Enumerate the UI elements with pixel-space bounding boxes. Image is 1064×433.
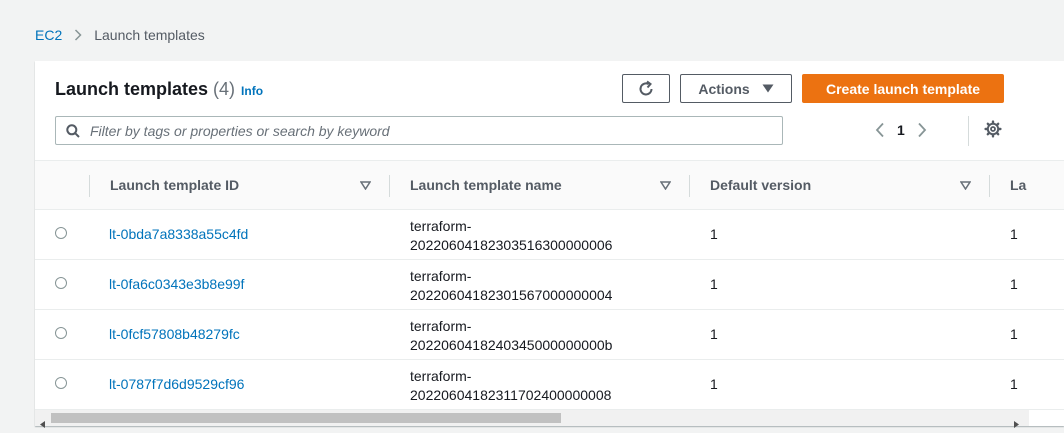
column-separator	[389, 175, 390, 197]
search-icon	[66, 123, 80, 138]
create-launch-template-button[interactable]: Create launch template	[802, 74, 1004, 103]
breadcrumb: EC2 Launch templates	[35, 25, 205, 45]
scroll-left-arrow-icon[interactable]	[40, 415, 45, 433]
column-header-label: Default version	[710, 177, 812, 193]
name-line-1: terraform-	[410, 218, 472, 234]
scroll-right-arrow-icon[interactable]	[1014, 415, 1019, 433]
default-version: 1	[710, 326, 718, 342]
launch-template-id-link[interactable]: lt-0fa6c0343e3b8e99f	[109, 276, 244, 292]
column-header-label: Launch template ID	[110, 177, 240, 193]
breadcrumb-ec2-link[interactable]: EC2	[35, 27, 62, 43]
chevron-left-icon[interactable]	[875, 122, 885, 138]
gear-icon[interactable]	[984, 120, 1002, 138]
column-header-launch-template-id[interactable]: Launch template ID	[110, 161, 390, 209]
column-separator	[689, 175, 690, 197]
default-version: 1	[710, 226, 718, 242]
name-line-2: 20220604182303516300000006	[410, 237, 613, 253]
name-line-1: terraform-	[410, 318, 472, 334]
sort-caret-icon[interactable]	[960, 180, 971, 190]
filter-field[interactable]	[55, 116, 783, 145]
launch-template-name: terraform- 2022060418240345000000000b	[410, 317, 690, 355]
info-link[interactable]: Info	[241, 84, 263, 98]
launch-template-id-link[interactable]: lt-0fcf57808b48279fc	[109, 326, 240, 342]
page-title-text: Launch templates	[55, 79, 209, 99]
sort-caret-icon[interactable]	[360, 180, 371, 190]
row-select-radio[interactable]	[55, 377, 67, 389]
scrollbar-thumb[interactable]	[51, 413, 561, 423]
actions-label: Actions	[698, 80, 750, 97]
launch-templates-panel: Launch templates (4) Info Actions Create…	[35, 61, 1064, 426]
launch-template-name: terraform- 20220604182301567000000004	[410, 267, 690, 305]
table-header: Launch template ID Launch template name …	[35, 160, 1064, 210]
latest-version: 1	[1010, 326, 1018, 342]
filter-input[interactable]	[88, 121, 772, 140]
refresh-icon	[637, 80, 655, 98]
caret-down-icon	[762, 84, 774, 93]
template-count: (4)	[213, 79, 236, 99]
launch-template-id-link[interactable]: lt-0bda7a8338a55c4fd	[109, 226, 248, 242]
column-header-label: Launch template name	[410, 177, 562, 193]
name-line-1: terraform-	[410, 268, 472, 284]
latest-version: 1	[1010, 226, 1018, 242]
name-line-2: 20220604182301567000000004	[410, 287, 613, 303]
toolbar-divider	[968, 116, 969, 146]
refresh-button[interactable]	[622, 74, 670, 103]
row-select-radio[interactable]	[55, 327, 67, 339]
table-row[interactable]: lt-0bda7a8338a55c4fd terraform- 20220604…	[35, 210, 1064, 260]
launch-template-name: terraform- 20220604182311702400000008	[410, 367, 690, 405]
chevron-right-icon[interactable]	[917, 122, 927, 138]
column-separator	[89, 175, 90, 197]
table-row[interactable]: lt-0fa6c0343e3b8e99f terraform- 20220604…	[35, 260, 1064, 310]
pagination: 1	[875, 119, 927, 141]
column-header-default-version[interactable]: Default version	[710, 161, 990, 209]
chevron-right-icon	[74, 29, 82, 41]
column-header-launch-template-name[interactable]: Launch template name	[410, 161, 690, 209]
latest-version: 1	[1010, 276, 1018, 292]
latest-version: 1	[1010, 376, 1018, 392]
breadcrumb-current: Launch templates	[94, 27, 205, 43]
row-select-radio[interactable]	[55, 277, 67, 289]
default-version: 1	[710, 376, 718, 392]
default-version: 1	[710, 276, 718, 292]
sort-caret-icon[interactable]	[660, 180, 671, 190]
name-line-2: 2022060418240345000000000b	[410, 337, 613, 353]
column-header-label: La	[1010, 177, 1027, 193]
table-row[interactable]: lt-0fcf57808b48279fc terraform- 20220604…	[35, 310, 1064, 360]
column-separator	[989, 175, 990, 197]
table-row[interactable]: lt-0787f7d6d9529cf96 terraform- 20220604…	[35, 360, 1064, 410]
name-line-1: terraform-	[410, 368, 472, 384]
row-select-radio[interactable]	[55, 227, 67, 239]
name-line-2: 20220604182311702400000008	[410, 387, 612, 403]
launch-template-id-link[interactable]: lt-0787f7d6d9529cf96	[109, 376, 244, 392]
column-header-latest-version[interactable]: La	[1010, 161, 1064, 209]
actions-button[interactable]: Actions	[680, 74, 792, 103]
page-title: Launch templates (4) Info	[55, 79, 263, 100]
horizontal-scrollbar[interactable]	[35, 410, 1029, 428]
launch-template-name: terraform- 20220604182303516300000006	[410, 217, 690, 255]
current-page-number[interactable]: 1	[897, 122, 905, 138]
